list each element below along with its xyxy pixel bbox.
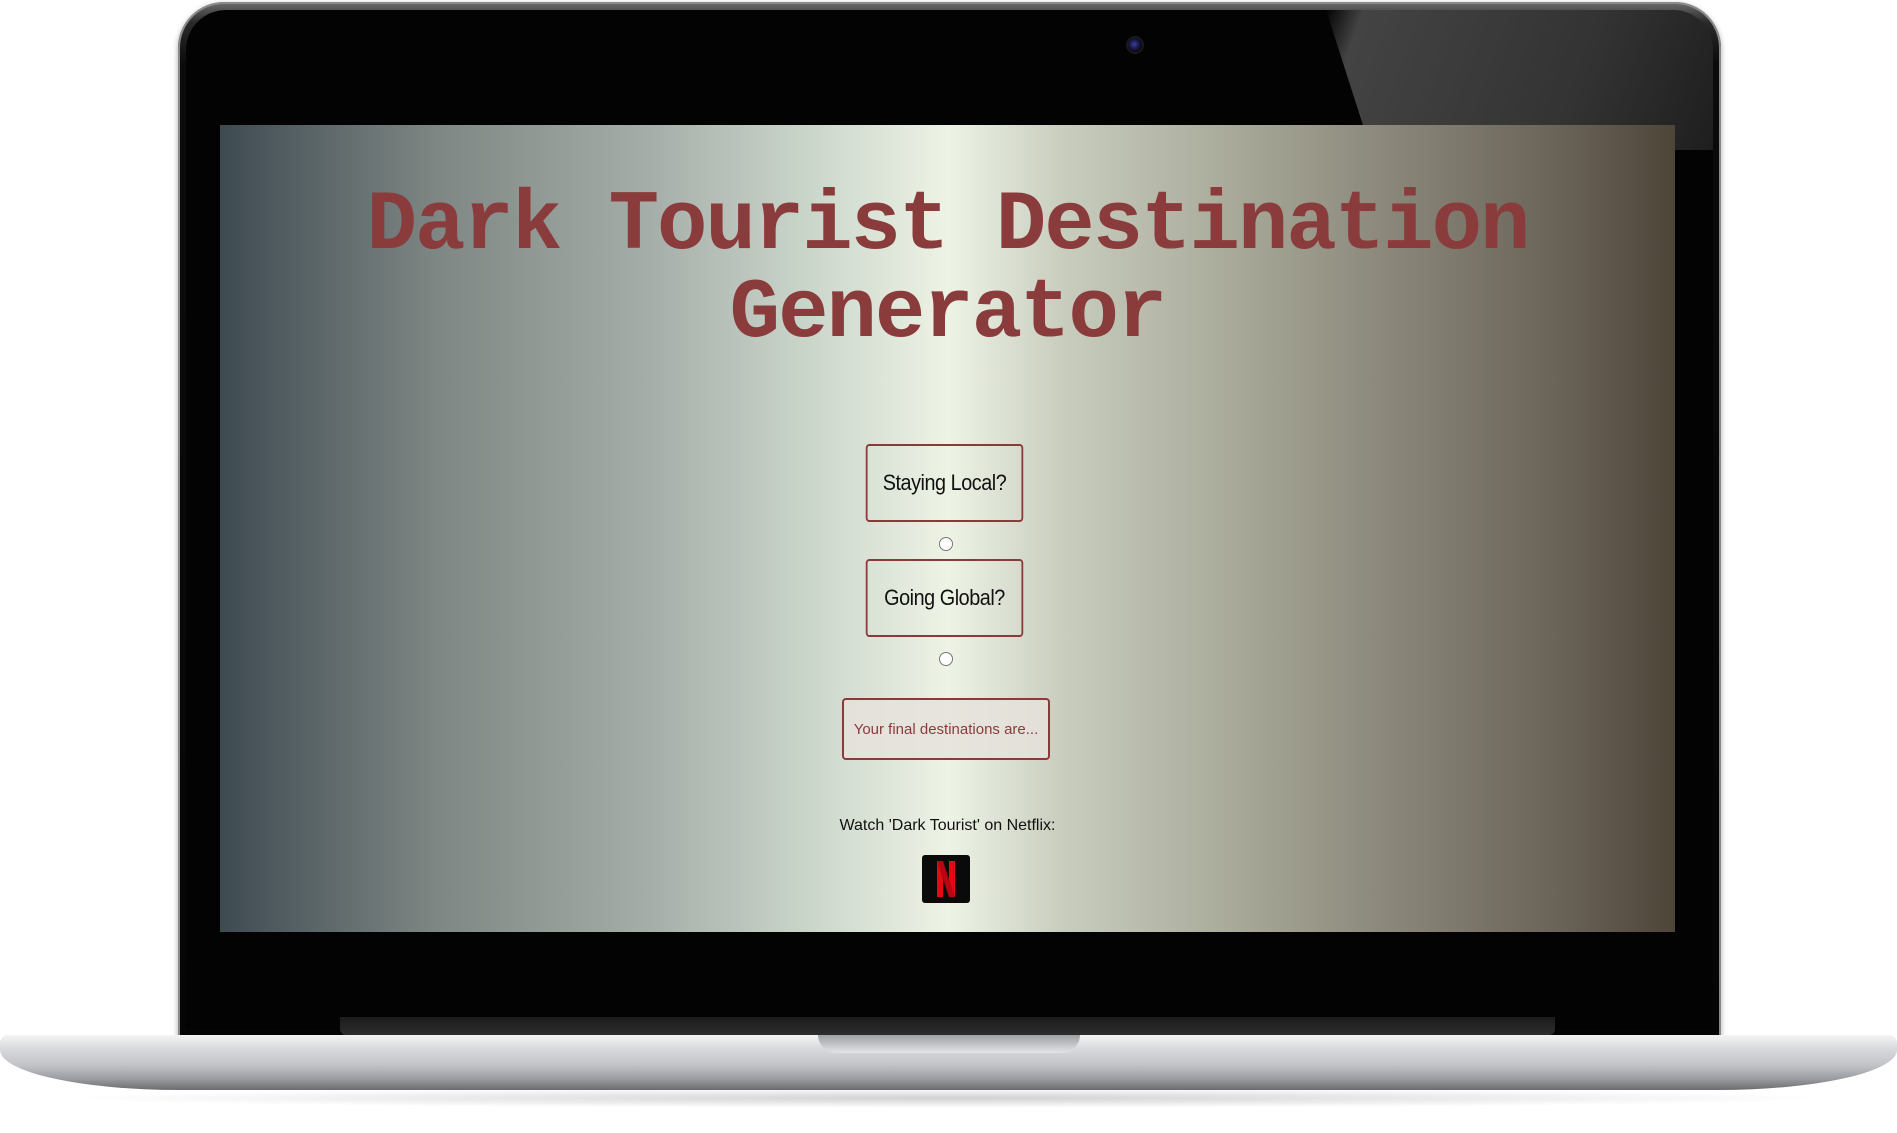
staying-local-radio[interactable] — [939, 537, 953, 551]
app-screen: Dark Tourist Destination Generator Stayi… — [220, 125, 1675, 932]
laptop-hinge — [340, 1017, 1555, 1035]
laptop-shadow — [60, 1088, 1837, 1108]
netflix-caption: Watch 'Dark Tourist' on Netflix: — [839, 817, 1056, 834]
page-title: Dark Tourist Destination Generator — [220, 183, 1675, 359]
going-global-button[interactable]: Going Global? — [865, 559, 1024, 637]
netflix-logo-icon[interactable] — [922, 855, 970, 903]
netflix-n-glyph — [937, 861, 955, 897]
webcam-icon — [1128, 38, 1142, 52]
going-global-radio[interactable] — [939, 652, 953, 666]
page-title-line-2: Generator — [729, 267, 1168, 362]
final-destinations-button[interactable]: Your final destinations are... — [842, 698, 1050, 760]
page-title-line-1: Dark Tourist Destination — [366, 179, 1531, 274]
staying-local-button[interactable]: Staying Local? — [865, 444, 1024, 522]
laptop-base-notch — [818, 1035, 1080, 1053]
